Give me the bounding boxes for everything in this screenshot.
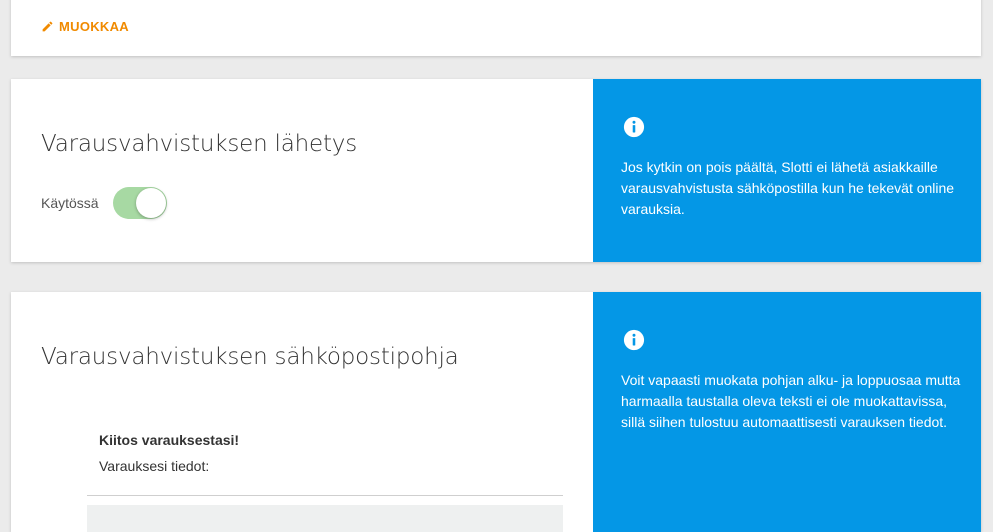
email-divider	[87, 495, 563, 496]
enabled-toggle-label: Käytössä	[41, 195, 99, 211]
email-template-editor: Varausvahvistuksen sähköpostipohja Kiito…	[11, 292, 593, 532]
email-template-info-text: Voit vapaasti muokata pohjan alku- ja lo…	[621, 372, 961, 430]
toggle-knob[interactable]	[135, 188, 166, 218]
email-template-title: Varausvahvistuksen sähköpostipohja	[41, 344, 459, 370]
email-details-label[interactable]: Varauksesi tiedot:	[99, 458, 209, 474]
confirmation-sending-settings: Varausvahvistuksen lähetys Käytössä	[11, 79, 593, 262]
edit-label: MUOKKAA	[59, 19, 129, 34]
email-greeting[interactable]: Kiitos varauksestasi!	[99, 432, 239, 448]
pencil-icon	[42, 21, 53, 32]
edit-button[interactable]: MUOKKAA	[41, 19, 129, 34]
email-booking-details-block	[87, 505, 563, 532]
confirmation-sending-card: Varausvahvistuksen lähetys Käytössä Jos …	[11, 79, 981, 262]
enabled-toggle-row: Käytössä	[41, 187, 167, 219]
top-card: MUOKKAA	[11, 0, 981, 56]
email-template-card: Varausvahvistuksen sähköpostipohja Kiito…	[11, 292, 981, 532]
enabled-toggle-switch[interactable]	[112, 187, 167, 219]
info-icon	[623, 116, 645, 138]
confirmation-sending-title: Varausvahvistuksen lähetys	[41, 131, 357, 157]
confirmation-sending-info-text: Jos kytkin on pois päältä, Slotti ei läh…	[621, 159, 955, 217]
confirmation-sending-info-panel: Jos kytkin on pois päältä, Slotti ei läh…	[593, 79, 981, 262]
email-template-info-panel: Voit vapaasti muokata pohjan alku- ja lo…	[593, 292, 981, 532]
info-icon	[623, 329, 645, 351]
